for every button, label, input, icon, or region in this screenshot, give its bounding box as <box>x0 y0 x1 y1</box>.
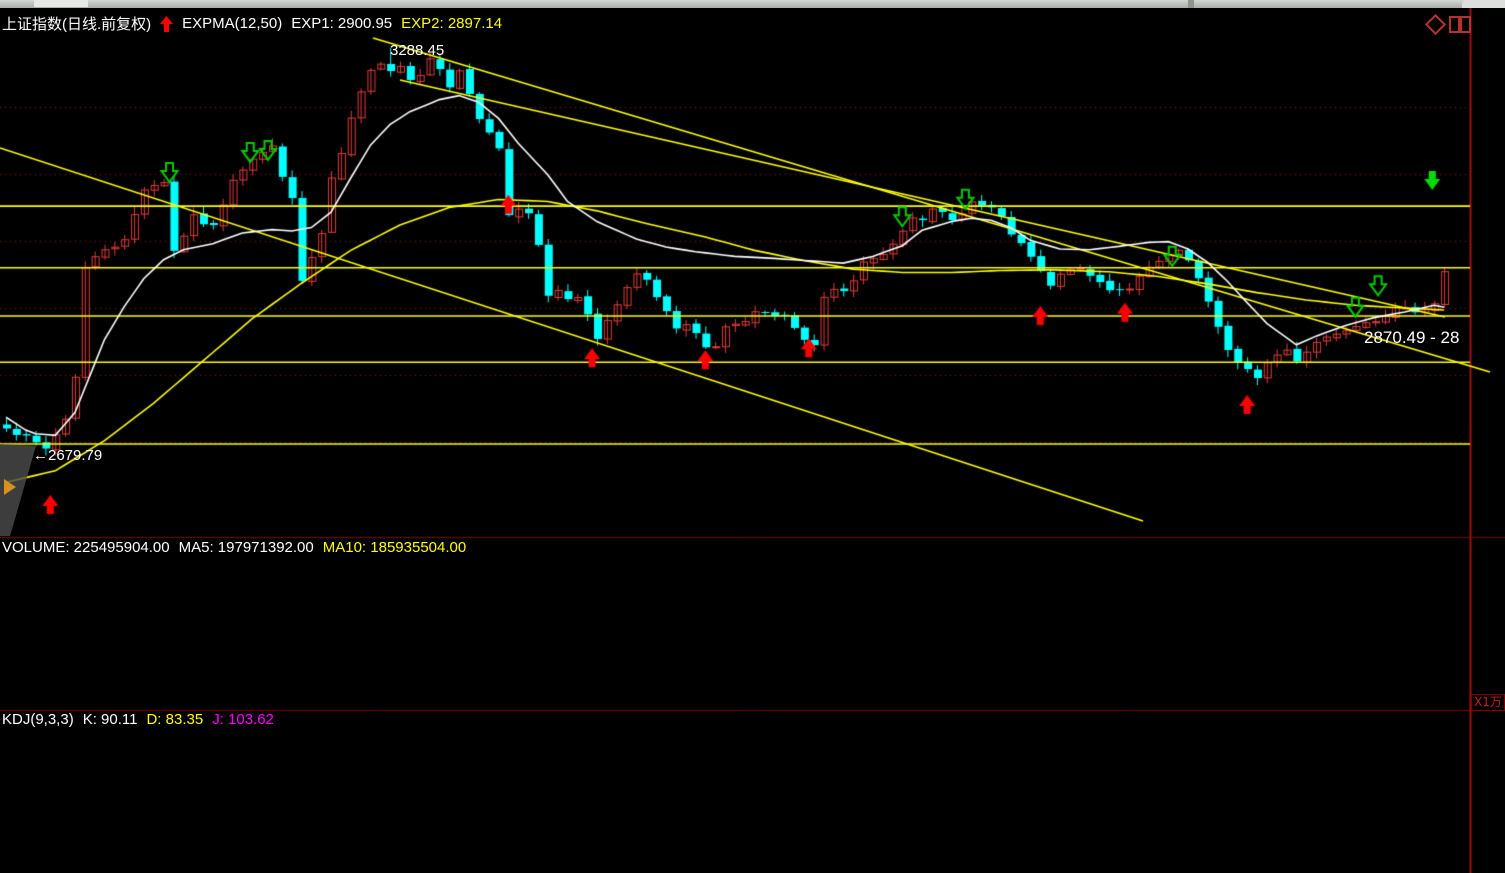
kdj-k-value: K: 90.11 <box>83 711 138 728</box>
volume-value[interactable]: VOLUME: 225495904.00 <box>2 539 170 556</box>
trough-price-label: ←2679.79 <box>33 447 102 464</box>
peak-price-label: 3288.45 <box>390 42 444 59</box>
chart-application-window: 上证指数(日线.前复权) EXPMA(12,50) EXP1: 2900.95 … <box>0 0 1505 873</box>
box-right-icon <box>1460 16 1471 33</box>
left-marker-icon <box>4 479 16 495</box>
exp2-value: EXP2: 2897.14 <box>401 15 502 32</box>
kdj-indicator-name[interactable]: KDJ(9,3,3) <box>2 711 74 728</box>
kdj-d-value: D: 83.35 <box>146 711 203 728</box>
volume-unit-label: X1万 <box>1471 694 1505 711</box>
box-left-icon <box>1449 16 1460 33</box>
indicator-name[interactable]: EXPMA(12,50) <box>182 15 282 32</box>
window-title-strip[interactable] <box>0 0 1505 8</box>
volume-panel-header: VOLUME: 225495904.00 MA5: 197971392.00 M… <box>2 539 466 556</box>
main-panel-header: 上证指数(日线.前复权) EXPMA(12,50) EXP1: 2900.95 … <box>2 13 502 34</box>
price-marker-label: 2870.49 - 28 <box>1364 328 1459 348</box>
exp1-value: EXP1: 2900.95 <box>291 15 392 32</box>
volume-ma5-value: MA5: 197971392.00 <box>179 539 314 556</box>
symbol-title[interactable]: 上证指数(日线.前复权) <box>2 13 151 34</box>
volume-ma10-value: MA10: 185935504.00 <box>323 539 466 556</box>
layout-boxes-icon[interactable] <box>1449 16 1471 31</box>
chart-canvas[interactable] <box>0 0 1505 873</box>
kdj-panel-header: KDJ(9,3,3) K: 90.11 D: 83.35 J: 103.62 <box>2 711 274 728</box>
title-strip-notch <box>1188 0 1194 8</box>
up-arrow-icon <box>160 16 173 32</box>
kdj-j-value: J: 103.62 <box>212 711 274 728</box>
title-strip-highlight <box>34 0 88 7</box>
title-strip-cap <box>1462 0 1505 8</box>
